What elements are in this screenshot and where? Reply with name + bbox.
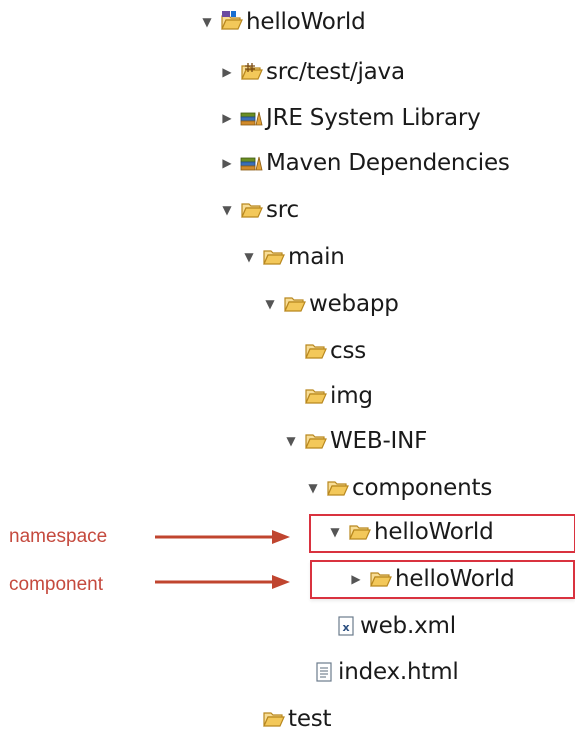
tree-item-webapp[interactable]: ▼ webapp bbox=[261, 284, 399, 324]
tree-item-label: src/test/java bbox=[266, 58, 405, 85]
tree-item-main[interactable]: ▼ main bbox=[240, 237, 345, 277]
tree-item-label: web.xml bbox=[360, 612, 456, 639]
folder-icon bbox=[304, 340, 328, 362]
tree-item-label: src bbox=[266, 196, 299, 223]
folder-icon bbox=[304, 430, 328, 452]
tree-item-css[interactable]: css bbox=[282, 331, 366, 371]
tree-item-test[interactable]: test bbox=[240, 699, 332, 739]
namespace-highlight-box bbox=[309, 514, 575, 553]
annotation-arrows bbox=[155, 530, 290, 589]
tree-item-web-inf[interactable]: ▼ WEB-INF bbox=[282, 421, 427, 461]
html-file-icon bbox=[312, 661, 336, 683]
folder-icon bbox=[262, 708, 286, 730]
component-arrow bbox=[155, 575, 290, 589]
expand-toggle-open-icon[interactable]: ▼ bbox=[304, 481, 322, 495]
tree-item-components[interactable]: ▼ components bbox=[304, 468, 492, 508]
tree-item-label: helloWorld bbox=[246, 8, 366, 35]
tree-item-label: WEB-INF bbox=[330, 427, 428, 454]
tree-item-index-html[interactable]: index.html bbox=[290, 652, 459, 692]
tree-item-src-test-java[interactable]: ▶ src/test/java bbox=[218, 52, 405, 92]
expand-toggle-closed-icon[interactable]: ▶ bbox=[218, 111, 236, 125]
tree-item-jre-system-library[interactable]: ▶ JRE System Library bbox=[218, 98, 481, 138]
expand-toggle-open-icon[interactable]: ▼ bbox=[198, 15, 216, 29]
tree-item-label: main bbox=[288, 243, 345, 270]
expand-toggle-closed-icon[interactable]: ▶ bbox=[218, 65, 236, 79]
xml-file-icon bbox=[334, 615, 358, 637]
tree-item-helloworld[interactable]: ▼ helloWorld bbox=[198, 2, 366, 42]
expand-toggle-open-icon[interactable]: ▼ bbox=[218, 203, 236, 217]
tree-item-label: index.html bbox=[338, 658, 459, 685]
tree-item-web-xml[interactable]: web.xml bbox=[312, 606, 456, 646]
folder-icon bbox=[283, 293, 307, 315]
expand-toggle-open-icon[interactable]: ▼ bbox=[282, 434, 300, 448]
expand-toggle-closed-icon[interactable]: ▶ bbox=[218, 156, 236, 170]
tree-item-maven-dependencies[interactable]: ▶ Maven Dependencies bbox=[218, 143, 510, 183]
folder-icon bbox=[262, 246, 286, 268]
namespace-arrow bbox=[155, 530, 290, 544]
tree-item-label: components bbox=[352, 474, 493, 501]
expand-toggle-open-icon[interactable]: ▼ bbox=[261, 297, 279, 311]
tree-item-label: test bbox=[288, 705, 332, 732]
folder-icon bbox=[304, 385, 328, 407]
tree-item-label: img bbox=[330, 382, 373, 409]
component-highlight-box bbox=[310, 560, 575, 599]
expand-toggle-open-icon[interactable]: ▼ bbox=[240, 250, 258, 264]
folder-icon bbox=[240, 199, 264, 221]
tree-item-label: webapp bbox=[309, 290, 399, 317]
tree-item-src[interactable]: ▼ src bbox=[218, 190, 299, 230]
tree-item-label: css bbox=[330, 337, 367, 364]
tree-item-img[interactable]: img bbox=[282, 376, 373, 416]
tree-item-label: Maven Dependencies bbox=[266, 149, 510, 176]
maven-project-icon bbox=[220, 11, 244, 33]
component-annotation: component bbox=[9, 574, 104, 595]
folder-icon bbox=[326, 477, 350, 499]
source-folder-icon bbox=[240, 61, 264, 83]
library-icon bbox=[240, 152, 264, 174]
library-icon bbox=[240, 107, 264, 129]
namespace-annotation: namespace bbox=[9, 526, 108, 547]
tree-item-label: JRE System Library bbox=[266, 104, 481, 131]
